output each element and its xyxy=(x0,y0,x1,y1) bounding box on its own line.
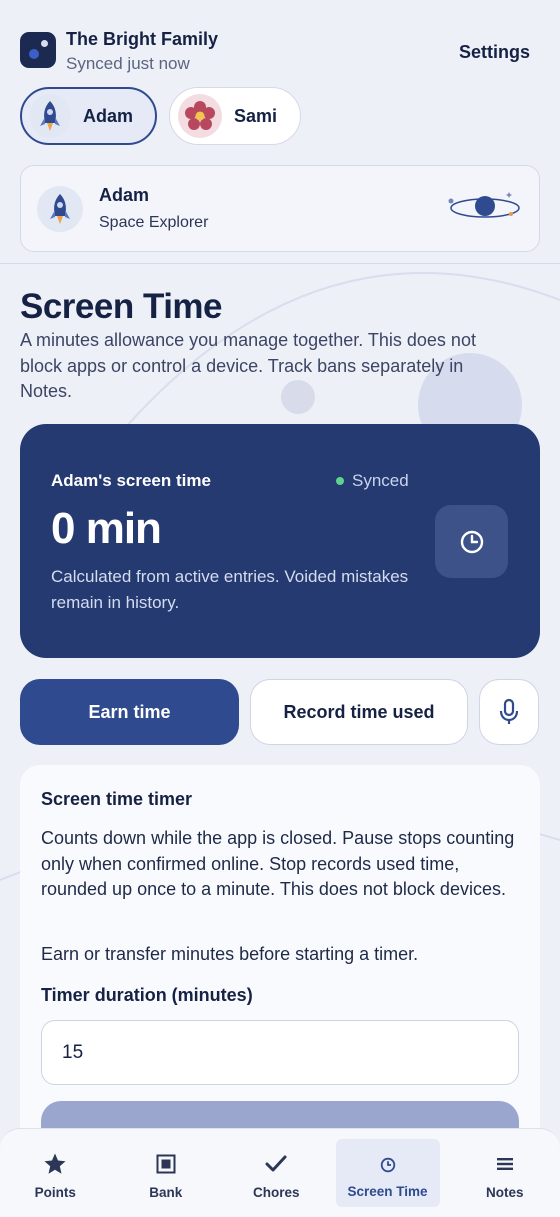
bottom-navigation: Points Bank Chores Screen Time Notes xyxy=(0,1128,560,1217)
voice-input-button[interactable] xyxy=(479,679,539,745)
nav-item-bank[interactable]: Bank xyxy=(111,1129,222,1217)
active-profile-card: Adam Space Explorer xyxy=(20,165,540,252)
nav-label: Chores xyxy=(252,1184,300,1200)
bank-icon xyxy=(156,1151,176,1177)
history-button[interactable] xyxy=(435,505,508,578)
nav-label: Screen Time xyxy=(347,1183,428,1199)
settings-button[interactable]: Settings xyxy=(459,42,530,63)
page-title: Screen Time xyxy=(20,287,223,326)
nav-item-notes[interactable]: Notes xyxy=(450,1129,560,1217)
section-divider xyxy=(0,263,560,264)
rocket-icon xyxy=(37,185,83,232)
clock-icon xyxy=(380,1152,396,1178)
profile-chip-label: Sami xyxy=(234,105,278,126)
microphone-icon xyxy=(499,698,519,724)
profile-chip-label: Adam xyxy=(82,105,133,126)
balance-value: 0 min xyxy=(51,504,162,553)
star-icon xyxy=(43,1151,67,1177)
profile-name: Adam xyxy=(99,185,150,205)
family-info: The Bright Family Synced just now xyxy=(66,28,218,74)
nav-item-screen-time[interactable]: Screen Time xyxy=(335,1139,440,1207)
rocket-icon xyxy=(30,94,71,138)
notes-icon xyxy=(496,1151,513,1177)
balance-sync-status: Synced xyxy=(336,471,409,491)
balance-label: Adam's screen time xyxy=(51,471,211,490)
sync-status: Synced just now xyxy=(66,54,190,73)
app-header: The Bright Family Synced just now Settin… xyxy=(20,28,530,76)
earn-time-button[interactable]: Earn time xyxy=(20,679,239,745)
flower-icon xyxy=(178,94,222,138)
nav-item-points[interactable]: Points xyxy=(0,1129,111,1217)
timer-title: Screen time timer xyxy=(41,789,193,809)
record-time-used-button[interactable]: Record time used xyxy=(250,679,468,745)
check-icon xyxy=(265,1151,287,1177)
nav-label: Notes xyxy=(485,1184,524,1200)
app-logo xyxy=(20,32,56,68)
page-description: A minutes allowance you manage together.… xyxy=(20,330,476,401)
profile-chip-sami[interactable]: Sami xyxy=(169,87,301,145)
balance-sync-label: Synced xyxy=(352,471,409,490)
timer-duration-label: Timer duration (minutes) xyxy=(41,985,253,1005)
planet-icon xyxy=(447,186,523,231)
profile-role: Space Explorer xyxy=(99,214,209,231)
sync-dot-icon xyxy=(336,477,344,485)
timer-duration-input[interactable] xyxy=(41,1020,519,1085)
screen-time-balance-card: Adam's screen time Synced 0 min Calculat… xyxy=(20,424,540,658)
action-buttons: Earn time Record time used xyxy=(20,679,539,745)
balance-note: Calculated from active entries. Voided m… xyxy=(51,567,409,612)
timer-hint: Earn or transfer minutes before starting… xyxy=(41,944,419,964)
nav-item-chores[interactable]: Chores xyxy=(221,1129,332,1217)
timer-description: Counts down while the app is closed. Pau… xyxy=(41,828,515,899)
profile-chip-adam[interactable]: Adam xyxy=(20,87,157,145)
family-name: The Bright Family xyxy=(66,29,219,49)
clock-icon xyxy=(460,530,483,553)
nav-label: Points xyxy=(34,1184,76,1200)
profile-switcher: Adam Sami xyxy=(20,87,301,145)
nav-label: Bank xyxy=(149,1184,183,1200)
